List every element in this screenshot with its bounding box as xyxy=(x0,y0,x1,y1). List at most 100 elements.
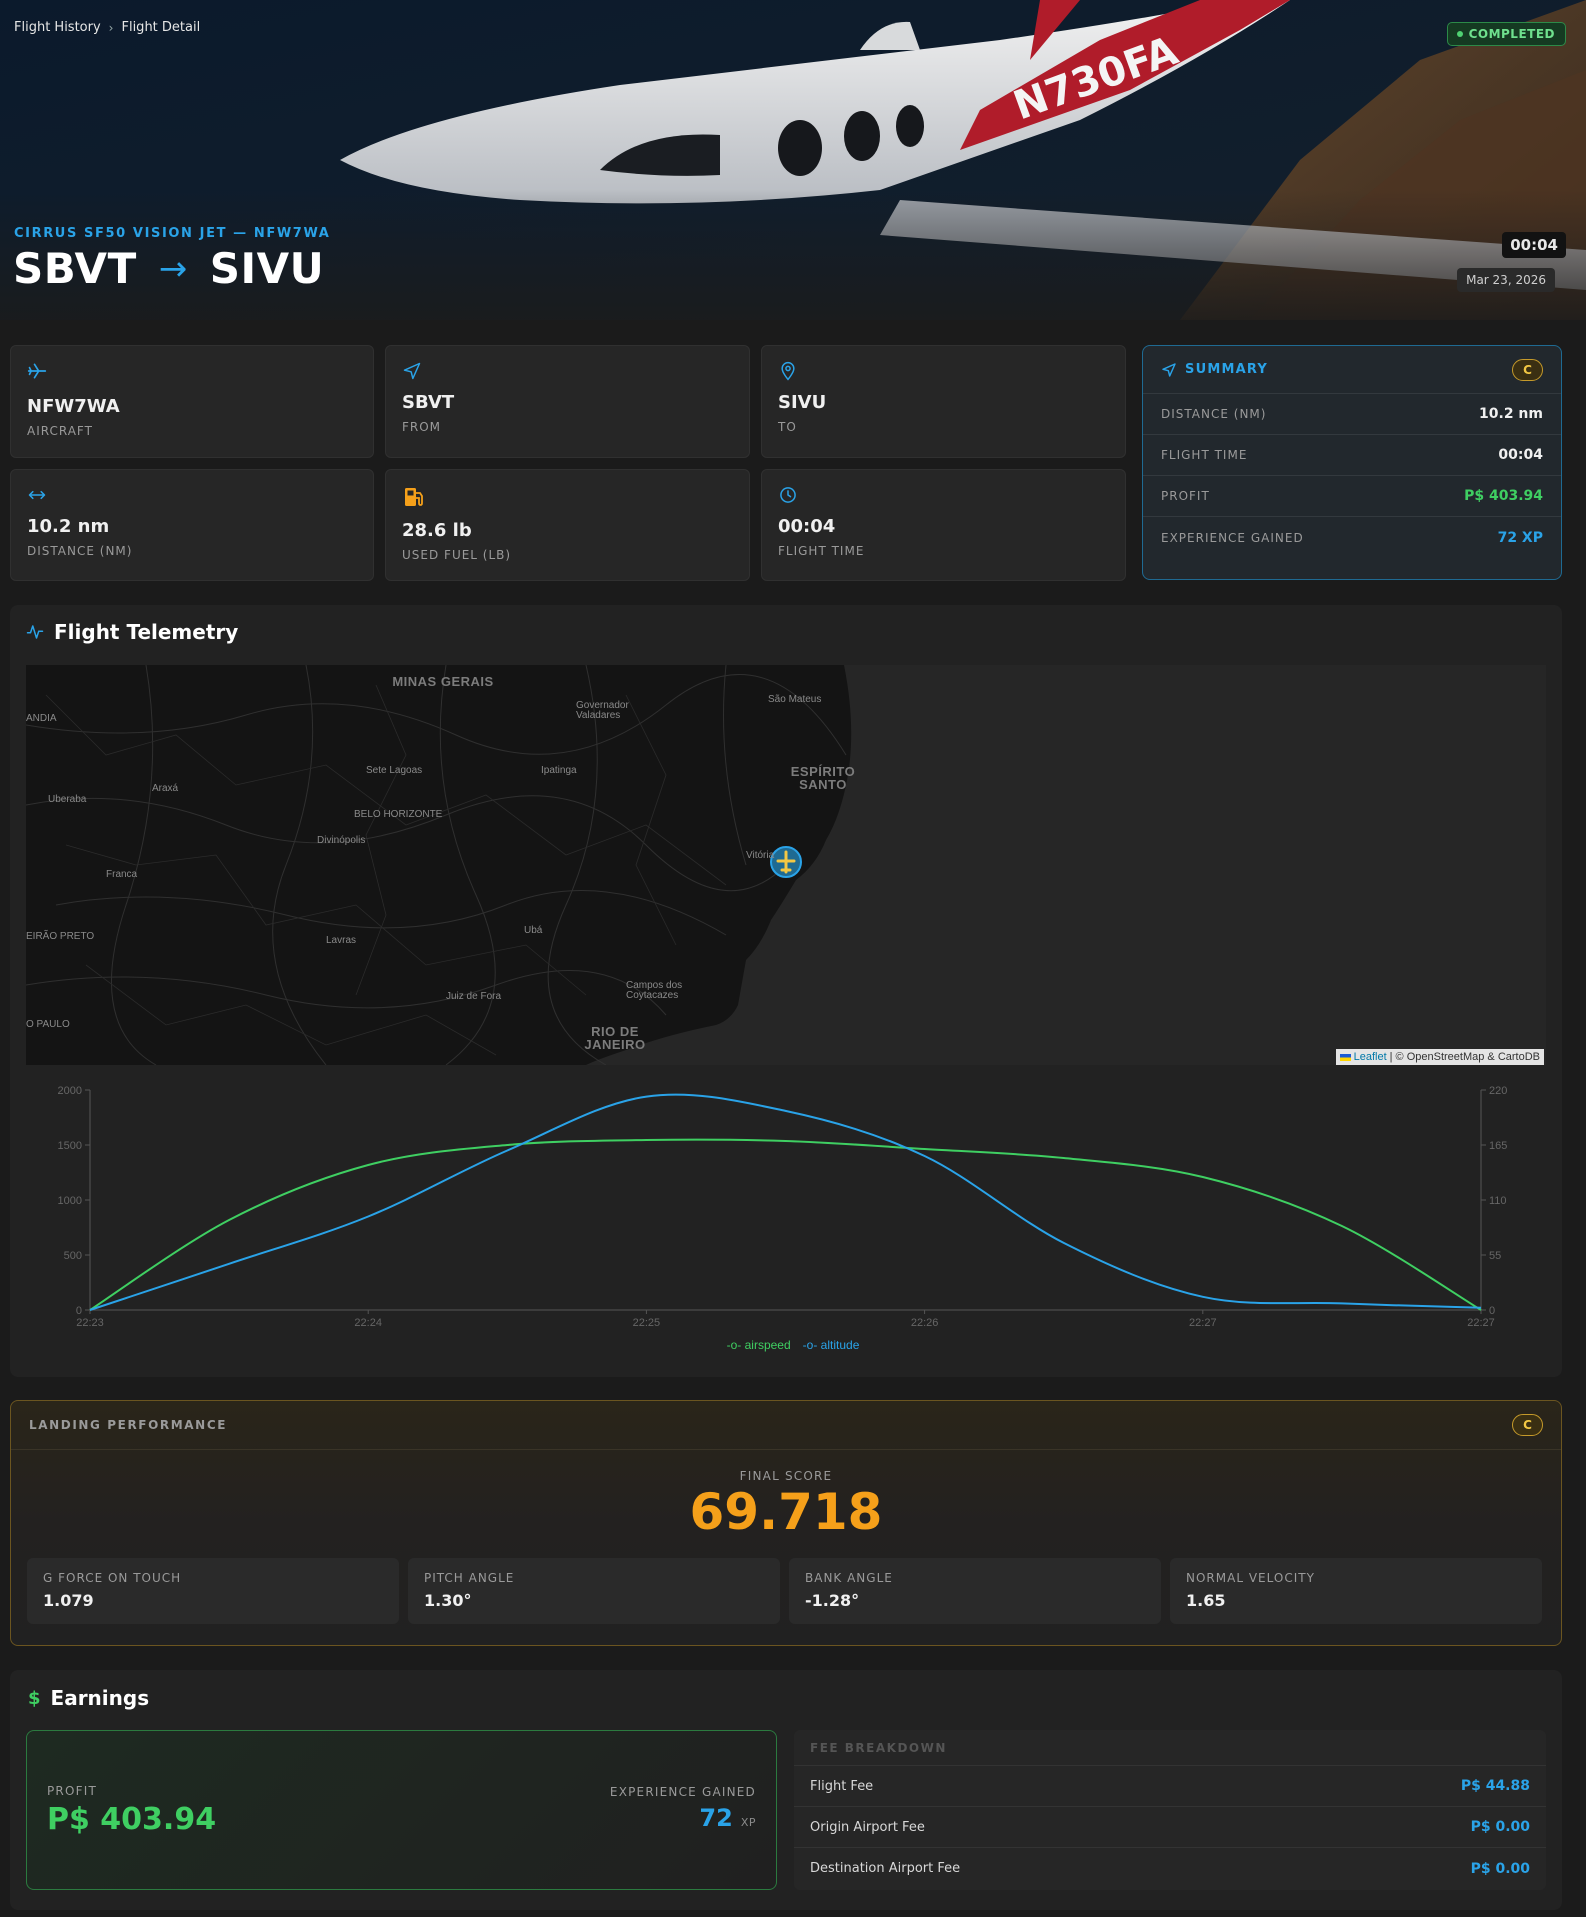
stat-label: FLIGHT TIME xyxy=(778,544,865,558)
hero-date: Mar 23, 2026 xyxy=(1457,268,1555,292)
map-tiles xyxy=(26,665,852,1065)
stat-value: 10.2 nm xyxy=(27,516,110,537)
metric-value: 1.65 xyxy=(1186,1591,1226,1610)
stat-value: NFW7WA xyxy=(27,396,120,417)
y-tick-label-left: 2000 xyxy=(58,1085,82,1097)
earnings-title-text: Earnings xyxy=(50,1686,150,1710)
y-tick-label-right: 165 xyxy=(1489,1140,1507,1152)
stat-card-aircraft: NFW7WA AIRCRAFT xyxy=(10,345,374,458)
leaflet-link[interactable]: Leaflet xyxy=(1354,1051,1387,1063)
status-badge-label: COMPLETED xyxy=(1468,27,1555,41)
flight-map[interactable]: MINAS GERAIS São Mateus Governador Valadar… xyxy=(26,665,1546,1065)
fee-label: Flight Fee xyxy=(810,1778,874,1794)
x-tick-label: 22:27 xyxy=(1189,1317,1217,1329)
map-label: MINAS GERAIS xyxy=(392,674,494,689)
y-tick-label-right: 55 xyxy=(1489,1250,1501,1262)
stat-card-flight-time: 00:04 FLIGHT TIME xyxy=(761,469,1126,581)
ukraine-flag-icon xyxy=(1339,1053,1351,1061)
route-arrow-icon: → xyxy=(158,248,188,289)
xp-label: EXPERIENCE GAINED xyxy=(609,1785,756,1799)
fee-rows: Flight Fee P$ 44.88 Origin Airport Fee P$ 0… xyxy=(794,1766,1546,1889)
y-tick-label-right: 0 xyxy=(1489,1305,1495,1317)
summary-row-value: 10.2 nm xyxy=(1479,406,1543,422)
legend-airspeed[interactable]: -o- airspeed xyxy=(727,1338,791,1352)
stat-label: AIRCRAFT xyxy=(27,424,93,438)
stat-card-fuel: 28.6 lb USED FUEL (LB) xyxy=(385,469,750,581)
stat-card-distance: 10.2 nm DISTANCE (NM) xyxy=(10,469,374,581)
breadcrumb-separator: › xyxy=(108,20,114,35)
route-origin: SBVT xyxy=(13,244,137,293)
landing-title: LANDING PERFORMANCE xyxy=(29,1418,228,1432)
landing-metric: NORMAL VELOCITY 1.65 xyxy=(1170,1558,1542,1624)
fuel-pump-icon xyxy=(405,488,423,506)
xp-value: 72 XP xyxy=(699,1804,756,1832)
fee-label: Origin Airport Fee xyxy=(810,1819,925,1835)
y-tick-label-right: 110 xyxy=(1489,1195,1507,1207)
map-label: EIRÃO PRETO xyxy=(26,931,95,942)
map-label: Ubá xyxy=(524,925,543,936)
map-label: Juiz de Fora xyxy=(446,991,502,1002)
grade-badge: C xyxy=(1512,1414,1543,1436)
metric-label: NORMAL VELOCITY xyxy=(1186,1571,1315,1585)
map-pin-icon xyxy=(781,361,795,381)
map-label: São Mateus xyxy=(768,694,822,705)
summary-row-value: P$ 403.94 xyxy=(1464,488,1543,504)
fee-row: Flight Fee P$ 44.88 xyxy=(794,1766,1546,1807)
stat-card-to: SIVU TO xyxy=(761,345,1126,458)
y-tick-label-left: 0 xyxy=(76,1305,82,1317)
summary-row: DISTANCE (NM) 10.2 nm xyxy=(1143,394,1561,435)
status-badge: COMPLETED xyxy=(1446,22,1566,46)
stat-value: SIVU xyxy=(778,392,827,413)
x-tick-label: 22:26 xyxy=(911,1317,939,1329)
hero-duration: 00:04 xyxy=(1502,232,1566,258)
earnings-title: $ Earnings xyxy=(28,1686,149,1710)
map-label: Franca xyxy=(106,869,138,880)
y-tick-label-left: 500 xyxy=(64,1250,82,1262)
summary-row: PROFIT P$ 403.94 xyxy=(1143,476,1561,517)
landing-metric: G FORCE ON TOUCH 1.079 xyxy=(27,1558,399,1624)
breadcrumb-flight-history[interactable]: Flight History xyxy=(14,20,101,35)
x-tick-label: 22:25 xyxy=(633,1317,661,1329)
xp-unit: XP xyxy=(740,1816,756,1829)
summary-row-label: DISTANCE (NM) xyxy=(1161,407,1267,421)
map-label: Governador Valadares xyxy=(576,700,629,721)
metric-value: -1.28° xyxy=(805,1591,860,1610)
fee-label: Destination Airport Fee xyxy=(810,1861,961,1876)
x-tick-label: 22:24 xyxy=(354,1317,382,1329)
map-label: O PAULO xyxy=(26,1019,70,1030)
map-label: RIO DE JANEIRO xyxy=(584,1024,646,1052)
landing-header: LANDING PERFORMANCE C xyxy=(11,1401,1561,1450)
fee-breakdown: FEE BREAKDOWN Flight Fee P$ 44.88 Origin A… xyxy=(794,1730,1546,1890)
navigation-arrow-icon xyxy=(403,362,421,380)
legend-marker-icon: -o- xyxy=(802,1338,818,1352)
grade-badge: C xyxy=(1512,358,1543,381)
landing-performance-card: LANDING PERFORMANCE C FINAL SCORE 69.718… xyxy=(10,1400,1562,1646)
summary-row-label: EXPERIENCE GAINED xyxy=(1161,530,1304,545)
fee-row: Destination Airport Fee P$ 0.00 xyxy=(794,1848,1546,1889)
summary-row-value: 72 XP xyxy=(1497,529,1543,546)
legend-altitude[interactable]: -o- altitude xyxy=(803,1338,860,1352)
telemetry-title: Flight Telemetry xyxy=(26,620,238,644)
route-title: SBVT → SIVU xyxy=(13,244,324,293)
summary-row: FLIGHT TIME 00:04 xyxy=(1143,435,1561,476)
y-tick-label-left: 1000 xyxy=(58,1195,82,1207)
landing-metric: BANK ANGLE -1.28° xyxy=(789,1558,1161,1624)
clock-icon xyxy=(780,487,796,503)
metric-label: PITCH ANGLE xyxy=(424,1571,515,1585)
map-label: ESPÍRITO SANTO xyxy=(790,764,856,792)
summary-row-value: 00:04 xyxy=(1498,447,1543,463)
y-tick-label-right: 220 xyxy=(1489,1085,1507,1097)
attribution-text: | © OpenStreetMap & CartoDB xyxy=(1389,1051,1540,1063)
profit-value: P$ 403.94 xyxy=(47,1802,217,1837)
stat-label: DISTANCE (NM) xyxy=(27,544,133,558)
map-label: Lavras xyxy=(326,935,357,946)
map-label: ANDIA xyxy=(26,713,57,724)
summary-row: EXPERIENCE GAINED 72 XP xyxy=(1143,517,1561,558)
map-label: Vitória xyxy=(746,850,775,861)
dollar-icon: $ xyxy=(28,1687,41,1709)
xp-number: 72 xyxy=(699,1804,733,1832)
breadcrumb: Flight History › Flight Detail xyxy=(14,20,200,35)
map-label: Divinópolis xyxy=(317,835,366,846)
map-label: BELO HORIZONTE xyxy=(354,809,443,820)
series-line-airspeed xyxy=(89,1138,1482,1311)
